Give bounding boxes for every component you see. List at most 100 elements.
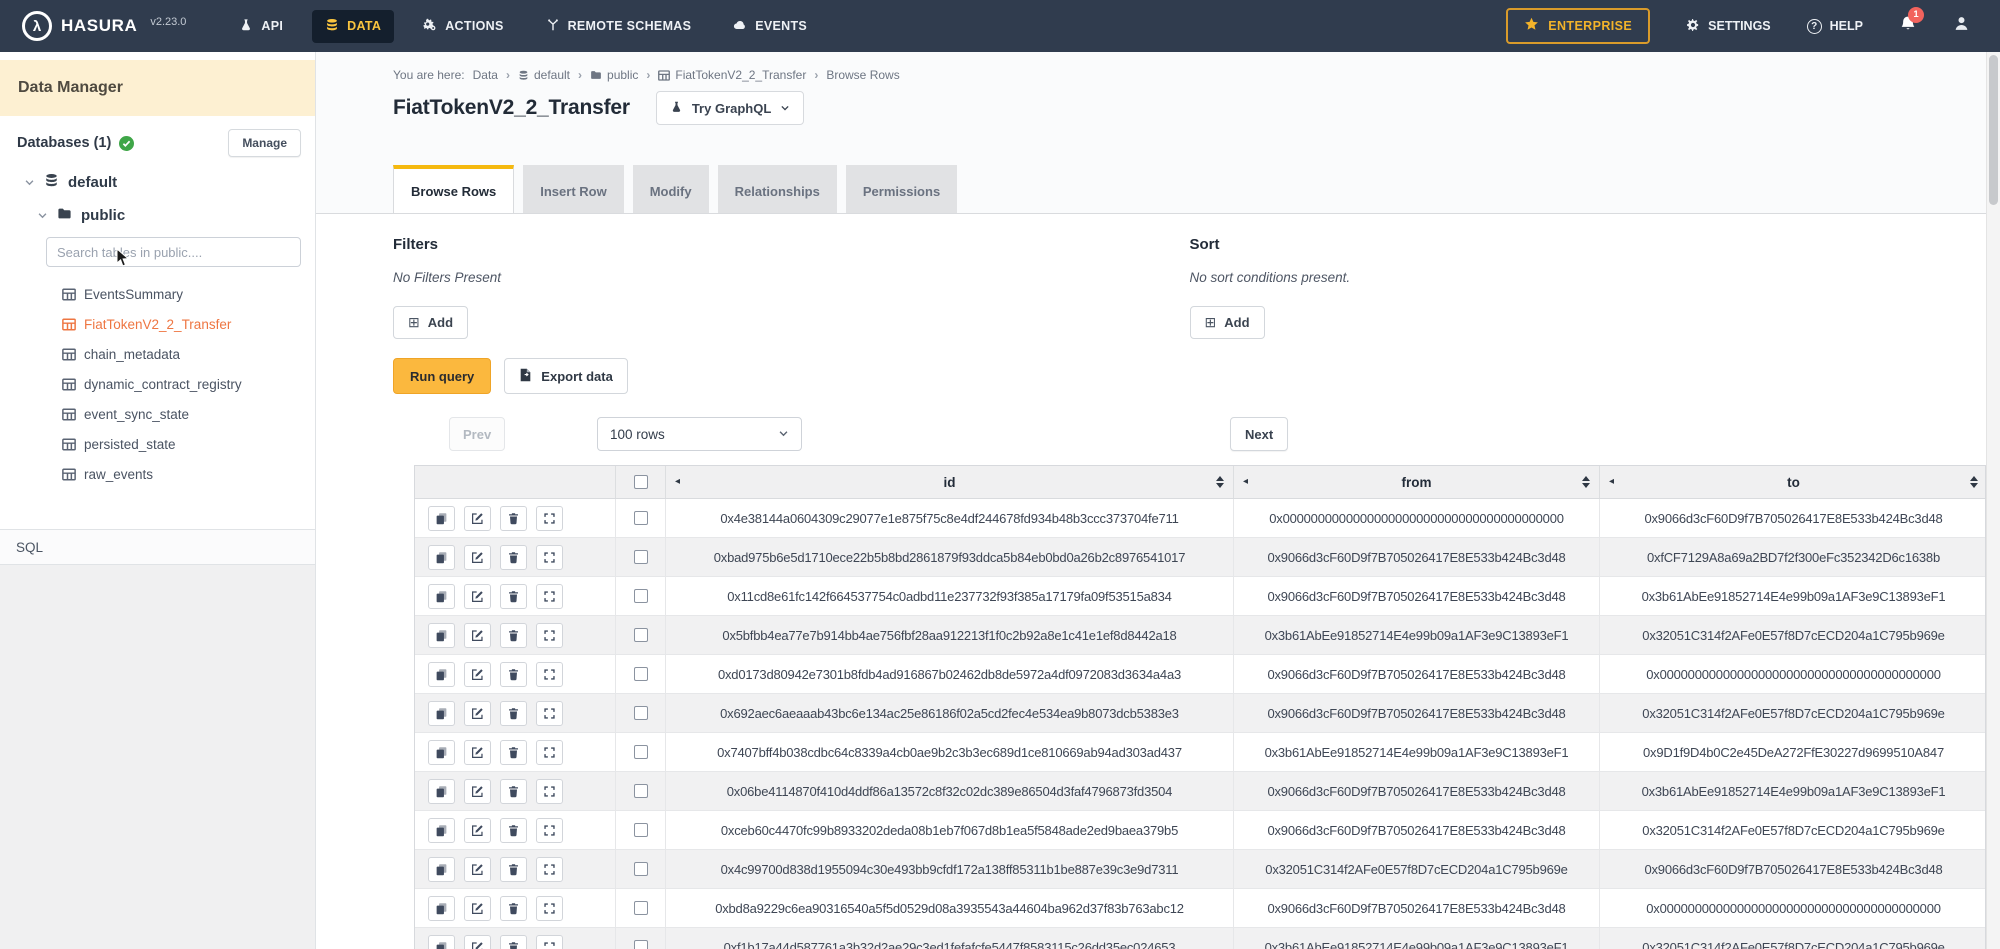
collapse-column-icon[interactable]: ◂ xyxy=(675,477,680,487)
breadcrumb-public[interactable]: public xyxy=(590,68,638,82)
expand-row-button[interactable] xyxy=(536,935,563,949)
sidebar-item-table-fiattokenv2-2-transfer[interactable]: FiatTokenV2_2_Transfer xyxy=(0,309,315,339)
delete-row-button[interactable] xyxy=(500,857,527,882)
sidebar-item-table-dynamic-contract-registry[interactable]: dynamic_contract_registry xyxy=(0,369,315,399)
nav-item-events[interactable]: EVENTS xyxy=(720,10,820,43)
sidebar-item-table-persisted-state[interactable]: persisted_state xyxy=(0,429,315,459)
delete-row-button[interactable] xyxy=(500,506,527,531)
chevron-down-icon[interactable] xyxy=(24,177,35,188)
delete-row-button[interactable] xyxy=(500,662,527,687)
search-tables-input[interactable] xyxy=(46,237,301,267)
expand-row-button[interactable] xyxy=(536,779,563,804)
tab-browse-rows[interactable]: Browse Rows xyxy=(393,165,514,213)
nav-item-api[interactable]: API xyxy=(226,10,296,43)
expand-row-button[interactable] xyxy=(536,701,563,726)
clone-row-button[interactable] xyxy=(428,740,455,765)
sidebar-item-table-event-sync-state[interactable]: event_sync_state xyxy=(0,399,315,429)
expand-row-button[interactable] xyxy=(536,662,563,687)
row-checkbox[interactable] xyxy=(634,862,648,876)
row-checkbox[interactable] xyxy=(634,511,648,525)
sidebar-item-table-eventssummary[interactable]: EventsSummary xyxy=(0,279,315,309)
clone-row-button[interactable] xyxy=(428,623,455,648)
clone-row-button[interactable] xyxy=(428,662,455,687)
edit-row-button[interactable] xyxy=(464,740,491,765)
clone-row-button[interactable] xyxy=(428,545,455,570)
nav-item-actions[interactable]: ACTIONS xyxy=(410,10,516,43)
sidebar-item-sql[interactable]: SQL xyxy=(0,529,315,565)
clone-row-button[interactable] xyxy=(428,506,455,531)
sort-toggle-icon[interactable] xyxy=(1970,476,1978,488)
sidebar-item-public-schema[interactable]: public xyxy=(37,206,315,225)
delete-row-button[interactable] xyxy=(500,623,527,648)
notifications-bell[interactable]: 1 xyxy=(1899,15,1917,38)
edit-row-button[interactable] xyxy=(464,545,491,570)
sidebar-item-default-db[interactable]: default xyxy=(24,173,315,192)
prev-page-button[interactable]: Prev xyxy=(449,417,505,451)
edit-row-button[interactable] xyxy=(464,818,491,843)
clone-row-button[interactable] xyxy=(428,779,455,804)
expand-row-button[interactable] xyxy=(536,584,563,609)
select-all-checkbox[interactable] xyxy=(634,475,648,489)
expand-row-button[interactable] xyxy=(536,740,563,765)
sort-toggle-icon[interactable] xyxy=(1216,476,1224,488)
row-checkbox[interactable] xyxy=(634,550,648,564)
breadcrumb-data[interactable]: Data xyxy=(473,68,498,82)
delete-row-button[interactable] xyxy=(500,740,527,765)
edit-row-button[interactable] xyxy=(464,779,491,804)
edit-row-button[interactable] xyxy=(464,623,491,648)
delete-row-button[interactable] xyxy=(500,545,527,570)
row-checkbox[interactable] xyxy=(634,784,648,798)
row-checkbox[interactable] xyxy=(634,667,648,681)
row-checkbox[interactable] xyxy=(634,589,648,603)
chevron-down-icon[interactable] xyxy=(37,210,48,221)
breadcrumb-default[interactable]: default xyxy=(518,68,570,82)
edit-row-button[interactable] xyxy=(464,506,491,531)
delete-row-button[interactable] xyxy=(500,818,527,843)
row-checkbox[interactable] xyxy=(634,901,648,915)
clone-row-button[interactable] xyxy=(428,584,455,609)
tab-relationships[interactable]: Relationships xyxy=(718,165,837,213)
row-checkbox[interactable] xyxy=(634,940,648,949)
sidebar-item-table-raw-events[interactable]: raw_events xyxy=(0,459,315,489)
help-button[interactable]: ? HELP xyxy=(1807,19,1863,34)
add-sort-button[interactable]: ⊞ Add xyxy=(1190,306,1265,339)
delete-row-button[interactable] xyxy=(500,584,527,609)
breadcrumb-table[interactable]: FiatTokenV2_2_Transfer xyxy=(658,68,806,82)
nav-item-remote-schemas[interactable]: REMOTE SCHEMAS xyxy=(533,10,705,43)
run-query-button[interactable]: Run query xyxy=(393,358,491,394)
expand-row-button[interactable] xyxy=(536,857,563,882)
delete-row-button[interactable] xyxy=(500,935,527,949)
tab-modify[interactable]: Modify xyxy=(633,165,709,213)
row-checkbox[interactable] xyxy=(634,706,648,720)
enterprise-button[interactable]: ENTERPRISE xyxy=(1506,8,1650,44)
expand-row-button[interactable] xyxy=(536,818,563,843)
collapse-column-icon[interactable]: ◂ xyxy=(1243,477,1248,487)
clone-row-button[interactable] xyxy=(428,857,455,882)
delete-row-button[interactable] xyxy=(500,779,527,804)
edit-row-button[interactable] xyxy=(464,584,491,609)
delete-row-button[interactable] xyxy=(500,896,527,921)
clone-row-button[interactable] xyxy=(428,701,455,726)
settings-button[interactable]: SETTINGS xyxy=(1686,18,1771,35)
add-filter-button[interactable]: ⊞ Add xyxy=(393,306,468,339)
user-menu[interactable] xyxy=(1953,15,1970,37)
manage-button[interactable]: Manage xyxy=(228,129,301,157)
edit-row-button[interactable] xyxy=(464,935,491,949)
clone-row-button[interactable] xyxy=(428,896,455,921)
nav-item-data[interactable]: DATA xyxy=(312,10,394,43)
expand-row-button[interactable] xyxy=(536,545,563,570)
expand-row-button[interactable] xyxy=(536,896,563,921)
edit-row-button[interactable] xyxy=(464,701,491,726)
next-page-button[interactable]: Next xyxy=(1230,417,1288,451)
delete-row-button[interactable] xyxy=(500,701,527,726)
sidebar-item-table-chain-metadata[interactable]: chain_metadata xyxy=(0,339,315,369)
expand-row-button[interactable] xyxy=(536,623,563,648)
sort-toggle-icon[interactable] xyxy=(1582,476,1590,488)
tab-permissions[interactable]: Permissions xyxy=(846,165,957,213)
export-data-button[interactable]: Export data xyxy=(504,358,628,394)
collapse-column-icon[interactable]: ◂ xyxy=(1609,477,1614,487)
edit-row-button[interactable] xyxy=(464,896,491,921)
rows-per-page-select[interactable]: 100 rows xyxy=(597,417,802,451)
row-checkbox[interactable] xyxy=(634,823,648,837)
row-checkbox[interactable] xyxy=(634,628,648,642)
